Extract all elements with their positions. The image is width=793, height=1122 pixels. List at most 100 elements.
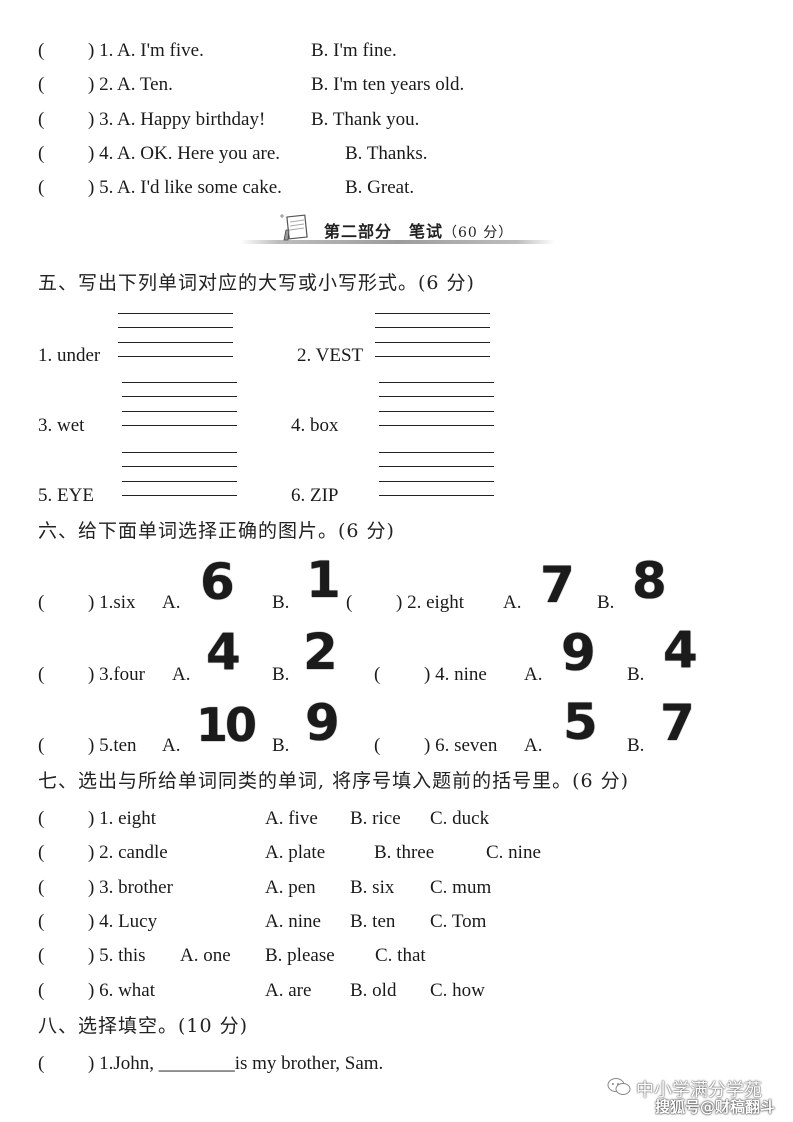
option-a: A. nine — [265, 911, 321, 932]
option-a-label: A. — [162, 592, 181, 613]
q1-row: () 1. A. I'm five. — [38, 40, 204, 62]
option-c: C. Tom — [430, 911, 487, 932]
option-a: ) 4. A. OK. Here you are. — [88, 143, 281, 164]
fill-blank-row: () 1.John, ________is my brother, Sam. — [38, 1053, 384, 1075]
number-4-image[interactable]: 4 — [663, 625, 698, 675]
answer-paren[interactable]: ( — [38, 1053, 88, 1075]
option-b: B. old — [350, 980, 397, 1001]
classify-row: () 1. eight — [38, 808, 157, 830]
number-1-image[interactable]: 1 — [306, 555, 341, 605]
option-b-label: B. — [272, 735, 290, 756]
banner-title: 第二部分 笔试（60 分） — [324, 222, 514, 241]
number-9-image[interactable]: 9 — [561, 628, 596, 678]
word-item: 4. box — [291, 415, 339, 436]
option-b: B. ten — [350, 911, 396, 932]
option-c: C. duck — [430, 808, 490, 829]
option-a: A. five — [265, 808, 318, 829]
option-c: C. how — [430, 980, 485, 1001]
answer-paren[interactable]: ( — [374, 735, 424, 757]
option-b-label: B. — [272, 592, 290, 613]
option-a: ) 3. A. Happy birthday! — [88, 109, 266, 130]
number-2-image[interactable]: 2 — [303, 627, 338, 677]
section7-heading: 七、选出与所给单词同类的单词, 将序号填入题前的括号里。(6 分) — [38, 770, 630, 792]
classify-row: () 2. candle — [38, 842, 168, 864]
number-10-image[interactable]: 10 — [196, 700, 257, 750]
answer-paren[interactable]: ( — [38, 945, 88, 967]
picture-question: () 4. nine — [374, 664, 487, 686]
classify-row: () 5. this — [38, 945, 146, 967]
answer-paren[interactable]: ( — [38, 109, 88, 131]
number-4-image[interactable]: 4 — [206, 627, 241, 677]
option-b-label: B. — [627, 664, 645, 685]
option-c: C. that — [375, 945, 426, 966]
section5-heading: 五、写出下列单词对应的大写或小写形式。(6 分) — [38, 272, 475, 294]
option-a: A. are — [265, 980, 312, 1001]
option-b: B. rice — [350, 808, 401, 829]
q3-row: () 3. A. Happy birthday! — [38, 109, 265, 131]
number-7-image[interactable]: 7 — [660, 698, 695, 748]
answer-paren[interactable]: ( — [38, 592, 88, 614]
option-a-label: A. — [503, 592, 522, 613]
classify-row: () 6. what — [38, 980, 156, 1002]
picture-question: () 1.six — [38, 592, 136, 614]
word-item: 2. VEST — [297, 345, 364, 366]
q4-row: () 4. A. OK. Here you are. — [38, 143, 280, 165]
option-a: ) 2. A. Ten. — [88, 74, 173, 95]
option-a: ) 5. A. I'd like some cake. — [88, 177, 282, 198]
answer-paren[interactable]: ( — [38, 808, 88, 830]
word-item: 1. under — [38, 345, 101, 366]
option-a: ) 1. A. I'm five. — [88, 40, 204, 61]
option-a: A. plate — [265, 842, 326, 863]
option-c: C. mum — [430, 877, 492, 898]
answer-paren[interactable]: ( — [38, 40, 88, 62]
notepad-pencil-icon — [280, 214, 308, 241]
option-a-label: A. — [524, 664, 543, 685]
option-c: C. nine — [486, 842, 541, 863]
option-b: B. Great. — [345, 177, 415, 198]
option-b: B. three — [374, 842, 435, 863]
number-7-image[interactable]: 7 — [540, 560, 575, 610]
option-a: A. pen — [265, 877, 316, 898]
answer-paren[interactable]: ( — [38, 177, 88, 199]
option-a-label: A. — [524, 735, 543, 756]
option-a-label: A. — [162, 735, 181, 756]
answer-paren[interactable]: ( — [346, 592, 396, 614]
option-b: B. six — [350, 877, 395, 898]
option-b: B. I'm ten years old. — [311, 74, 465, 95]
section-banner: 第二部分 笔试（60 分） — [240, 212, 555, 248]
number-9-image[interactable]: 9 — [305, 698, 340, 748]
watermark-line2: 搜狐号@财稿翻斗 — [655, 1098, 776, 1116]
number-5-image[interactable]: 5 — [563, 697, 598, 747]
answer-paren[interactable]: ( — [38, 842, 88, 864]
option-b-label: B. — [272, 664, 290, 685]
option-b: B. Thanks. — [345, 143, 428, 164]
picture-question: () 3.four — [38, 664, 145, 686]
word-item: 5. EYE — [38, 485, 94, 506]
picture-question: () 2. eight — [346, 592, 465, 614]
answer-paren[interactable]: ( — [38, 664, 88, 686]
answer-paren[interactable]: ( — [38, 735, 88, 757]
word-item: 6. ZIP — [291, 485, 339, 506]
wechat-icon — [607, 1078, 631, 1095]
option-a-label: A. — [172, 664, 191, 685]
answer-paren[interactable]: ( — [38, 74, 88, 96]
q5-row: () 5. A. I'd like some cake. — [38, 177, 282, 199]
picture-question: () 5.ten — [38, 735, 137, 757]
answer-paren[interactable]: ( — [38, 911, 88, 933]
option-b: B. I'm fine. — [311, 40, 397, 61]
answer-paren[interactable]: ( — [38, 980, 88, 1002]
q2-row: () 2. A. Ten. — [38, 74, 173, 96]
section6-heading: 六、给下面单词选择正确的图片。(6 分) — [38, 520, 395, 542]
classify-row: () 4. Lucy — [38, 911, 158, 933]
option-b-label: B. — [597, 592, 615, 613]
option-b: B. Thank you. — [311, 109, 420, 130]
answer-paren[interactable]: ( — [374, 664, 424, 686]
number-6-image[interactable]: 6 — [200, 557, 235, 607]
section8-heading: 八、选择填空。(10 分) — [38, 1015, 249, 1037]
answer-paren[interactable]: ( — [38, 877, 88, 899]
option-a: A. one — [180, 945, 231, 966]
number-8-image[interactable]: 8 — [632, 556, 667, 606]
answer-paren[interactable]: ( — [38, 143, 88, 165]
option-b: B. please — [265, 945, 335, 966]
option-b-label: B. — [627, 735, 645, 756]
